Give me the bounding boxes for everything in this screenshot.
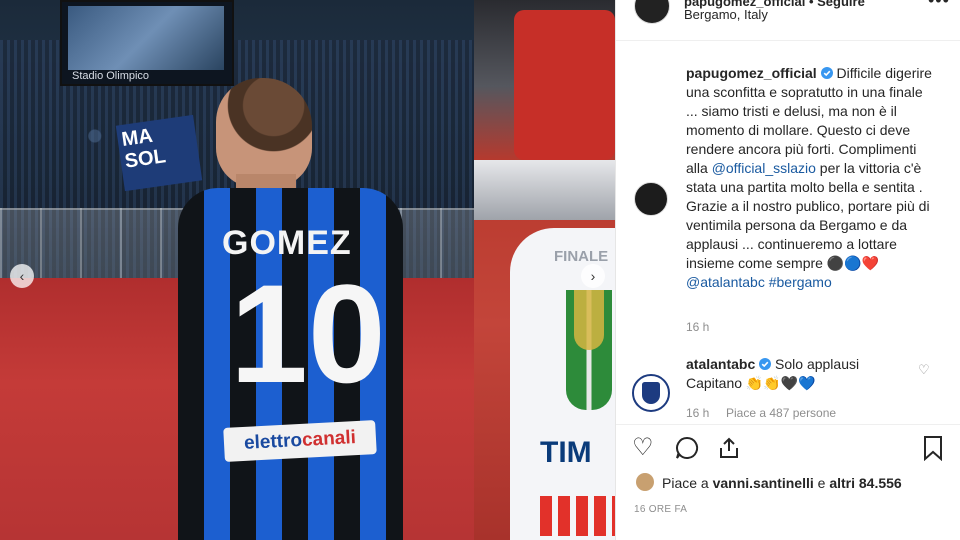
likes-others[interactable]: altri 84.556 xyxy=(829,475,901,491)
tim-logo-stripes xyxy=(540,496,615,536)
likes-summary: Piace a vanni.santinelli e altri 84.556 xyxy=(662,475,902,491)
cup-logo xyxy=(566,290,612,410)
finale-text: FINALE xyxy=(554,248,609,265)
hashtag-bergamo[interactable]: #bergamo xyxy=(769,274,832,290)
more-options-icon[interactable]: ••• xyxy=(928,0,950,11)
grey-band xyxy=(474,160,615,220)
heart-icon[interactable]: ♡ xyxy=(918,362,930,378)
player-figure: GOMEZ 10 elettrocanali xyxy=(178,78,408,540)
sponsor-accent: canali xyxy=(301,427,357,451)
avatar[interactable] xyxy=(634,0,670,24)
post-side-panel: papugomez_official • Seguire Bergamo, It… xyxy=(615,0,960,540)
avatar[interactable] xyxy=(636,473,654,491)
avatar[interactable] xyxy=(632,374,670,412)
sponsor-main: elettro xyxy=(243,429,303,454)
post-photo[interactable]: Stadio Olimpico MA SOL GOMEZ 10 elettroc… xyxy=(0,0,474,540)
heart-icon[interactable]: ♡ xyxy=(632,435,654,461)
comment-likes-link[interactable]: Piace a 487 persone xyxy=(726,406,836,420)
likes-prefix: Piace a xyxy=(662,475,713,491)
post-caption: papugomez_official Difficile digerire un… xyxy=(686,64,938,292)
scoreboard-screen xyxy=(68,6,224,70)
caption-text-3: Grazie a il nostro publico, portare più … xyxy=(686,198,930,271)
chevron-right-icon[interactable]: › xyxy=(581,264,605,288)
comment-text: atalantabc Solo applausi Capitano 👏👏🖤💙 xyxy=(686,355,916,393)
caption-timestamp: 16 h xyxy=(686,320,710,334)
post-header: papugomez_official • Seguire Bergamo, It… xyxy=(616,0,960,41)
comment-username[interactable]: atalantabc xyxy=(686,356,755,372)
stadium-name: Stadio Olimpico xyxy=(72,70,150,82)
caption-username[interactable]: papugomez_official xyxy=(686,65,817,81)
tim-text: TIM xyxy=(540,436,592,469)
post-age: 16 ORE FA xyxy=(634,504,688,515)
likes-middle: e xyxy=(813,475,830,491)
verified-badge-icon xyxy=(759,358,772,370)
verified-badge-icon xyxy=(820,67,833,79)
mention-atalanta[interactable]: @atalantabc xyxy=(686,274,765,290)
red-object xyxy=(514,10,615,160)
caption-emojis: ⚫🔵❤️ xyxy=(826,255,880,271)
comment-timestamp: 16 h xyxy=(686,406,710,420)
mention-lazio[interactable]: @official_sslazio xyxy=(712,160,816,176)
bookmark-icon[interactable] xyxy=(922,435,944,461)
chevron-left-icon[interactable]: ‹ xyxy=(10,264,34,288)
action-bar: ♡ xyxy=(616,424,960,479)
jersey-number: 10 xyxy=(230,255,386,412)
comment-bubble-icon[interactable] xyxy=(674,435,700,461)
player-head xyxy=(216,78,312,188)
avatar[interactable] xyxy=(634,182,668,216)
likes-user[interactable]: vanni.santinelli xyxy=(713,475,814,491)
post-location[interactable]: Bergamo, Italy xyxy=(684,7,768,22)
share-icon[interactable] xyxy=(716,435,742,461)
